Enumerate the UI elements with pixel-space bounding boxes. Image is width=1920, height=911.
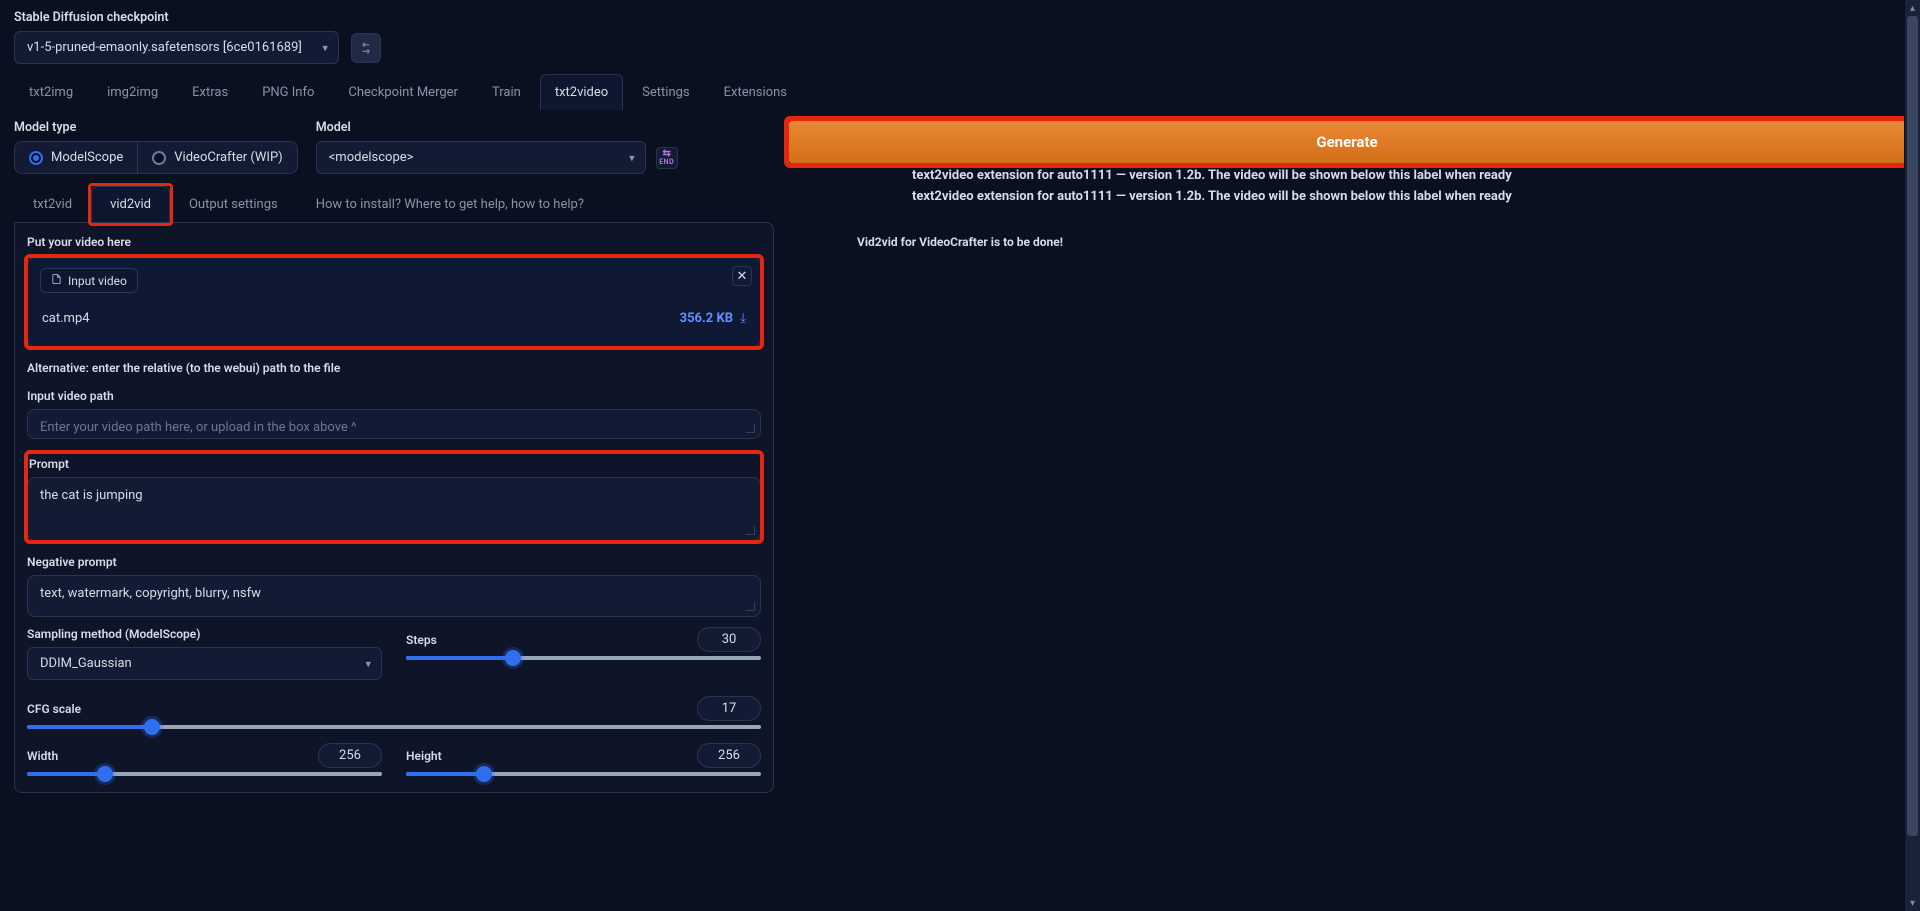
input-video-path-label: Input video path <box>27 389 761 403</box>
steps-value-box[interactable]: 30 <box>697 627 761 652</box>
subtab-help[interactable]: How to install? Where to get help, how t… <box>297 186 603 222</box>
vertical-scrollbar[interactable]: ▴ ▾ <box>1904 0 1920 911</box>
checkpoint-value: v1-5-pruned-emaonly.safetensors [6ce0161… <box>27 40 302 55</box>
send-to-end-button[interactable]: ⇆ END <box>656 147 678 169</box>
end-label: END <box>659 159 674 166</box>
model-type-option-label: VideoCrafter (WIP) <box>174 150 282 165</box>
subtab-txt2vid[interactable]: txt2vid <box>14 186 91 222</box>
height-label: Height <box>406 749 442 763</box>
model-type-label: Model type <box>14 120 298 135</box>
sampling-method-label: Sampling method (ModelScope) <box>27 627 382 641</box>
radio-icon <box>152 151 166 165</box>
input-video-tag: Input video <box>40 268 138 293</box>
tab-txt2video[interactable]: txt2video <box>540 74 623 110</box>
tab-img2img[interactable]: img2img <box>92 74 173 110</box>
width-value-box[interactable]: 256 <box>318 743 382 768</box>
status-message: text2video extension for auto1111 — vers… <box>912 168 1906 183</box>
prompt-field[interactable]: the cat is jumping <box>27 477 761 541</box>
download-icon: ⤓ <box>737 311 746 326</box>
tab-settings[interactable]: Settings <box>627 74 704 110</box>
steps-label: Steps <box>406 633 437 647</box>
negative-prompt-field[interactable]: text, watermark, copyright, blurry, nsfw <box>27 575 761 617</box>
checkpoint-label: Stable Diffusion checkpoint <box>14 10 1906 25</box>
tab-extensions[interactable]: Extensions <box>709 74 802 110</box>
cfg-scale-value-box[interactable]: 17 <box>697 696 761 721</box>
resize-handle-icon[interactable] <box>745 423 755 433</box>
tab-checkpoint-merger[interactable]: Checkpoint Merger <box>333 74 473 110</box>
cfg-scale-label: CFG scale <box>27 702 81 716</box>
main-tabs: txt2img img2img Extras PNG Info Checkpoi… <box>0 68 1920 110</box>
tab-txt2img[interactable]: txt2img <box>14 74 88 110</box>
scrollbar-thumb[interactable] <box>1907 16 1918 836</box>
document-icon <box>51 273 62 288</box>
negative-prompt-label: Negative prompt <box>27 555 761 569</box>
vid2vid-note: Vid2vid for VideoCrafter is to be done! <box>857 235 1063 249</box>
input-video-dropzone[interactable]: Input video ✕ cat.mp4 356.2 KB ⤓ <box>27 257 761 347</box>
prompt-label: Prompt <box>27 453 761 477</box>
model-select[interactable]: <modelscope> ▾ <box>316 141 646 174</box>
model-value: <modelscope> <box>329 150 414 165</box>
clear-input-video-button[interactable]: ✕ <box>732 266 752 286</box>
status-message: text2video extension for auto1111 — vers… <box>912 189 1906 204</box>
chevron-down-icon: ▾ <box>365 657 371 670</box>
sampling-method-select[interactable]: DDIM_Gaussian ▾ <box>27 647 382 680</box>
checkpoint-select[interactable]: v1-5-pruned-emaonly.safetensors [6ce0161… <box>14 31 339 64</box>
height-value-box[interactable]: 256 <box>697 743 761 768</box>
input-video-tag-label: Input video <box>68 274 127 288</box>
chevron-down-icon: ▾ <box>629 151 635 164</box>
sampling-method-value: DDIM_Gaussian <box>40 656 132 671</box>
sub-tabs: txt2vid vid2vid Output settings How to i… <box>14 186 774 222</box>
tab-train[interactable]: Train <box>477 74 536 110</box>
input-video-filename: cat.mp4 <box>42 311 90 326</box>
vid2vid-panel: Put your video here Vid2vid for VideoCra… <box>14 222 774 793</box>
close-icon: ✕ <box>737 269 748 284</box>
alternative-path-label: Alternative: enter the relative (to the … <box>27 361 761 375</box>
chevron-down-icon: ▾ <box>322 41 328 54</box>
tab-png-info[interactable]: PNG Info <box>247 74 329 110</box>
input-video-path-field[interactable]: Enter your video path here, or upload in… <box>27 409 761 439</box>
model-type-option-videocrafter[interactable]: VideoCrafter (WIP) <box>138 142 296 173</box>
model-type-segmented: ModelScope VideoCrafter (WIP) <box>14 141 298 174</box>
generate-button[interactable]: Generate <box>788 120 1906 164</box>
tab-extras[interactable]: Extras <box>177 74 243 110</box>
radio-checked-icon <box>29 151 43 165</box>
scroll-down-button[interactable]: ▾ <box>1905 895 1920 911</box>
width-label: Width <box>27 749 58 763</box>
model-label: Model <box>316 120 774 135</box>
model-type-option-label: ModelScope <box>51 150 123 165</box>
scroll-up-button[interactable]: ▴ <box>1905 0 1920 16</box>
model-type-option-modelscope[interactable]: ModelScope <box>15 142 138 173</box>
refresh-checkpoint-button[interactable] <box>351 33 381 63</box>
subtab-output-settings[interactable]: Output settings <box>170 186 297 222</box>
resize-handle-icon[interactable] <box>745 525 755 535</box>
subtab-vid2vid[interactable]: vid2vid <box>91 186 170 222</box>
swap-icon <box>358 40 374 56</box>
file-size-text: 356.2 KB <box>680 311 733 326</box>
resize-handle-icon[interactable] <box>745 601 755 611</box>
input-video-filesize[interactable]: 356.2 KB ⤓ <box>680 311 746 326</box>
put-video-label: Put your video here <box>27 235 131 249</box>
